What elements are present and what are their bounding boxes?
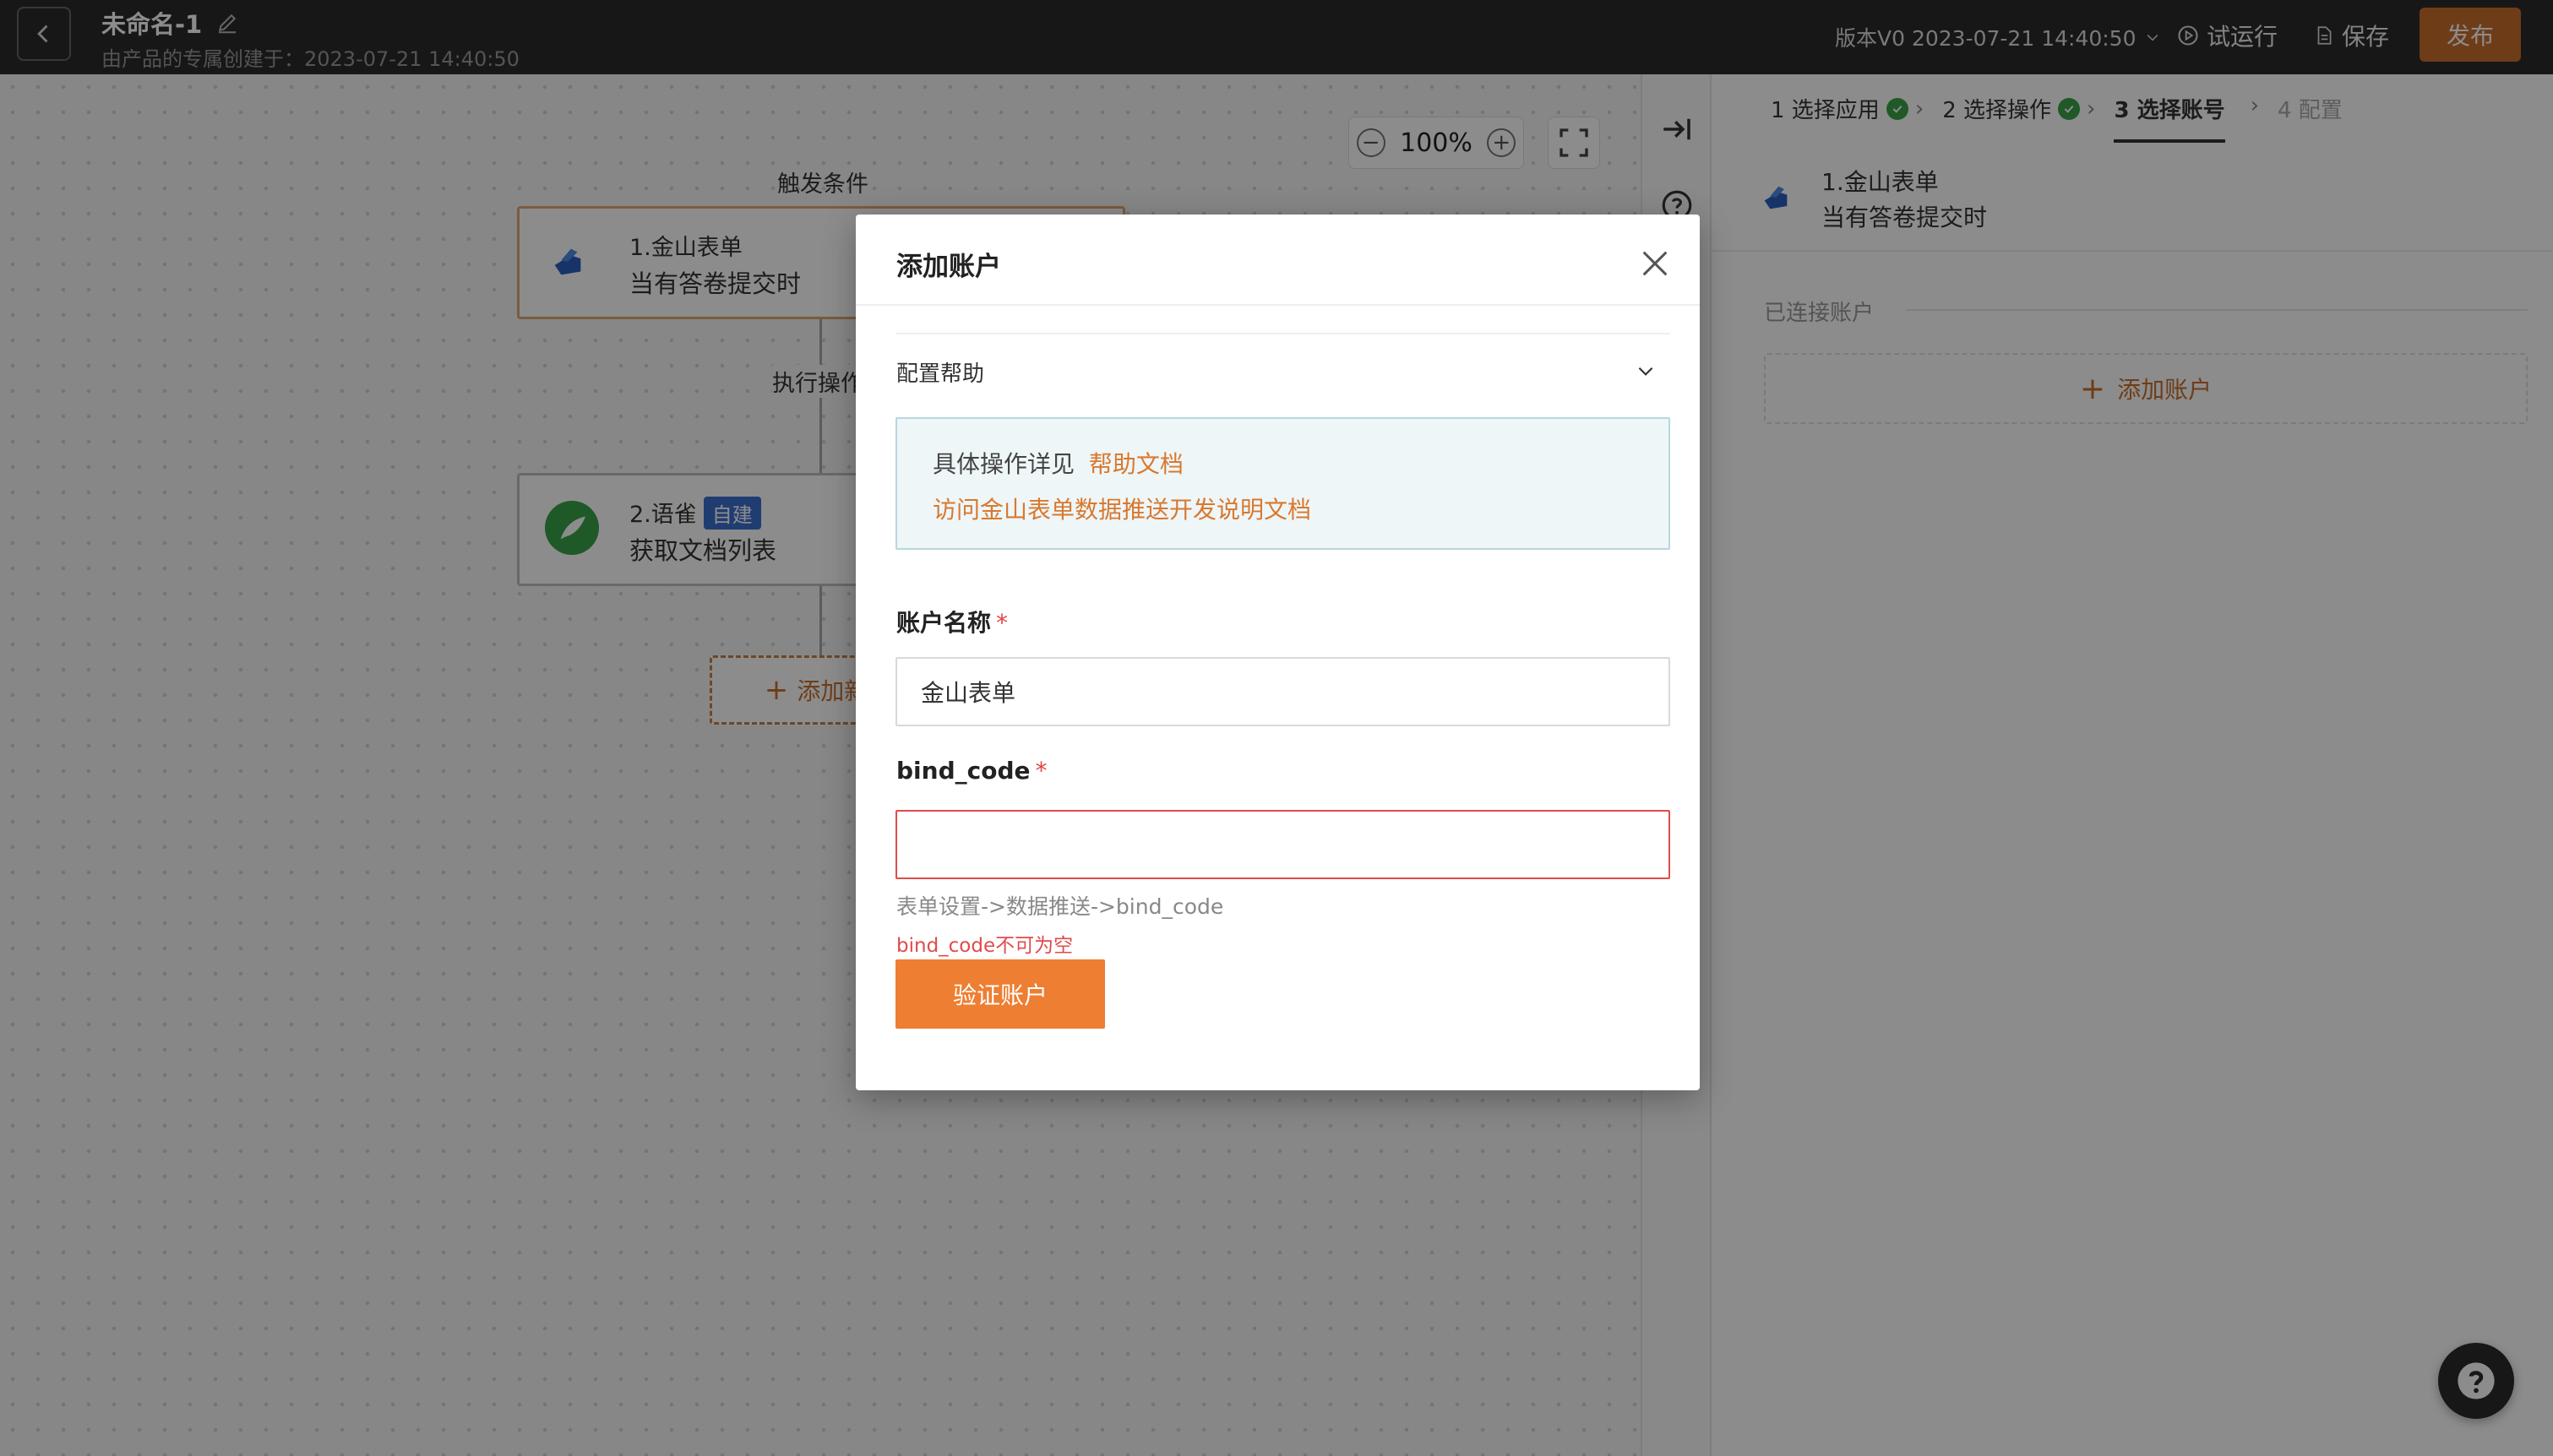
account-name-input[interactable]	[895, 657, 1670, 726]
required-mark: *	[1035, 757, 1048, 785]
help-doc-link[interactable]: 帮助文档	[1089, 450, 1184, 478]
help-line: 具体操作详见 帮助文档	[933, 446, 1184, 480]
bind-code-label-text: bind_code	[896, 757, 1031, 785]
bind-code-label: bind_code *	[896, 757, 1047, 785]
config-help-toggle[interactable]: 配置帮助	[896, 333, 1670, 387]
bind-code-error: bind_code不可为空	[896, 935, 1074, 957]
modal-header: 添加账户	[856, 215, 1700, 306]
bind-code-hint: 表单设置->数据推送->bind_code	[896, 894, 1224, 919]
help-info-box: 具体操作详见 帮助文档 访问金山表单数据推送开发说明文档	[895, 417, 1670, 550]
close-icon[interactable]	[1638, 247, 1672, 280]
add-account-modal: 添加账户 配置帮助 具体操作详见 帮助文档 访问金山表单数据推送开发说明文档 账…	[856, 215, 1700, 1090]
chevron-down-icon	[1638, 367, 1653, 376]
account-name-label-text: 账户名称	[896, 609, 992, 637]
required-mark: *	[996, 609, 1009, 637]
help-text: 具体操作详见	[933, 450, 1075, 478]
modal-title: 添加账户	[896, 252, 1001, 282]
config-help-label: 配置帮助	[896, 361, 985, 387]
bind-code-input[interactable]	[895, 810, 1670, 879]
dev-doc-link[interactable]: 访问金山表单数据推送开发说明文档	[933, 492, 1311, 525]
account-name-label: 账户名称 *	[896, 605, 1008, 638]
verify-account-button[interactable]: 验证账户	[895, 959, 1105, 1029]
